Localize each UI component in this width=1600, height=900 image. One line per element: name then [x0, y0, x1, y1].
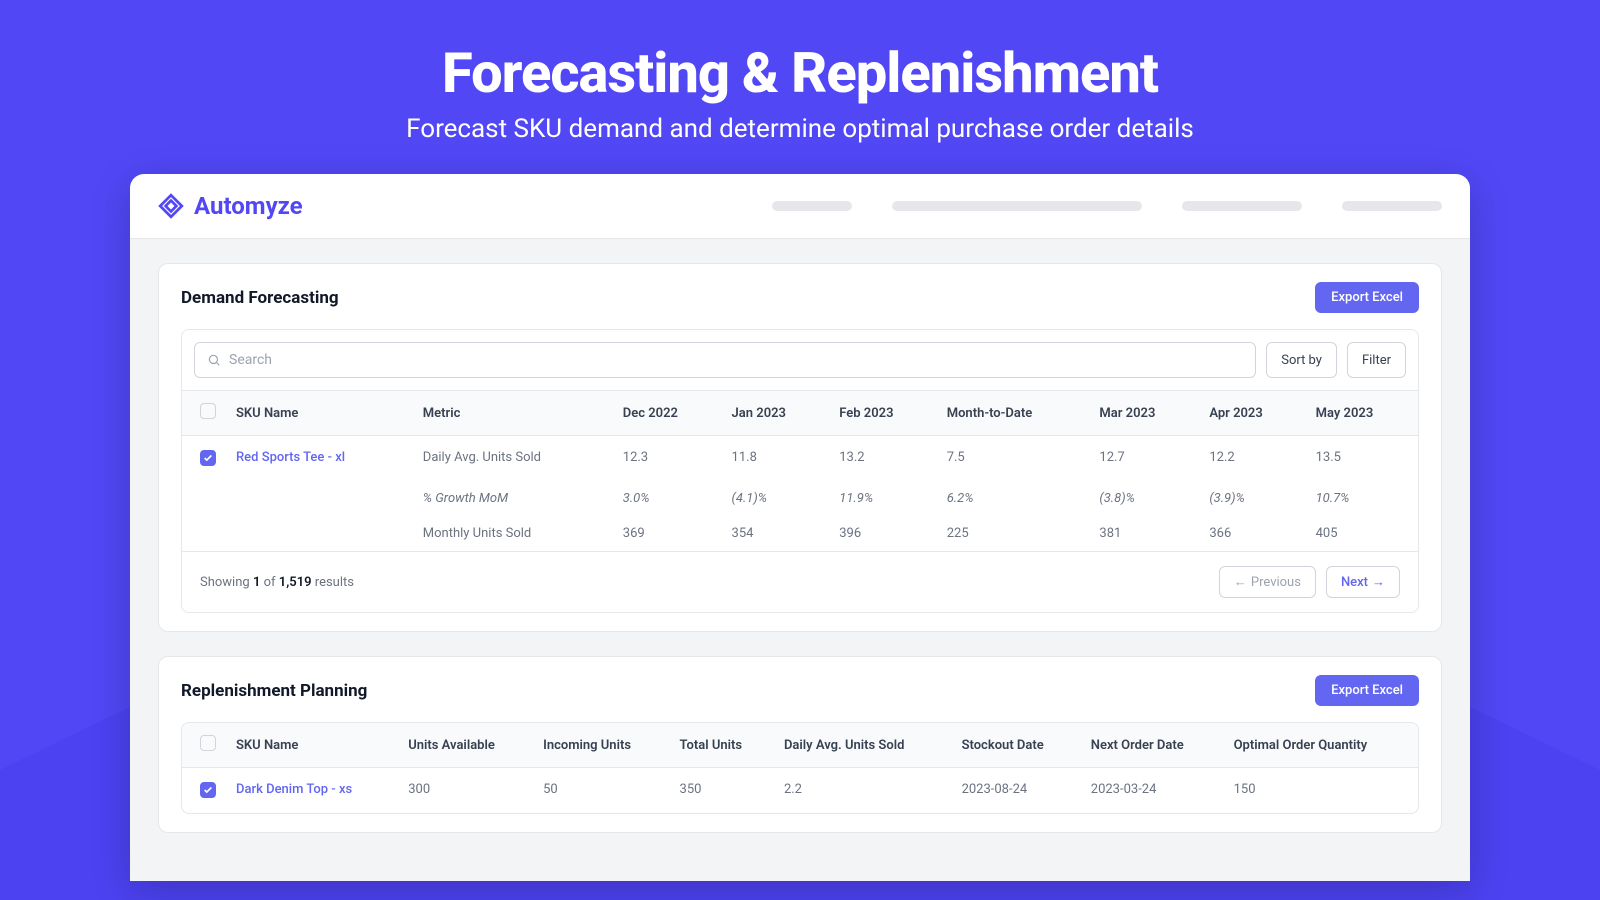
col-total: Total Units [670, 723, 774, 768]
cell-value: 225 [937, 516, 1090, 551]
col-sku: SKU Name [226, 391, 413, 436]
replenishment-table-container: SKU Name Units Available Incoming Units … [181, 722, 1419, 814]
search-icon [207, 353, 221, 367]
pagination: Showing 1 of 1,519 results ← Previous Ne… [182, 551, 1418, 612]
replenishment-table: SKU Name Units Available Incoming Units … [182, 723, 1418, 813]
cell-value: 13.2 [829, 436, 936, 482]
col-apr23: Apr 2023 [1199, 391, 1305, 436]
hero-section: Forecasting & Replenishment Forecast SKU… [0, 0, 1600, 174]
cell-value: 11.8 [722, 436, 830, 482]
cell-value: 2023-03-24 [1081, 768, 1224, 814]
automyze-logo-icon [158, 193, 184, 219]
search-input[interactable] [229, 352, 1243, 368]
cell-value: 6.2% [937, 481, 1090, 516]
cell-value: 50 [533, 768, 669, 814]
col-mar23: Mar 2023 [1089, 391, 1199, 436]
cell-value: 405 [1306, 516, 1418, 551]
cell-value: 12.2 [1199, 436, 1305, 482]
brand-logo[interactable]: Automyze [158, 192, 303, 220]
col-stockout: Stockout Date [952, 723, 1081, 768]
cell-value: 3.0% [613, 481, 722, 516]
filter-button[interactable]: Filter [1347, 342, 1406, 378]
hero-subtitle: Forecast SKU demand and determine optima… [0, 114, 1600, 144]
col-incoming: Incoming Units [533, 723, 669, 768]
cell-value: 10.7% [1306, 481, 1418, 516]
cell-value: (3.8)% [1089, 481, 1199, 516]
demand-toolbar: Sort by Filter [182, 330, 1418, 391]
col-jan23: Jan 2023 [722, 391, 830, 436]
demand-forecasting-panel: Demand Forecasting Export Excel Sort by … [158, 263, 1442, 632]
cell-value: (4.1)% [722, 481, 830, 516]
cell-value: (3.9)% [1199, 481, 1305, 516]
nav-item-placeholder [1342, 201, 1442, 211]
demand-panel-title: Demand Forecasting [181, 288, 339, 308]
table-row: % Growth MoM 3.0% (4.1)% 11.9% 6.2% (3.8… [182, 481, 1418, 516]
cell-value: 12.7 [1089, 436, 1199, 482]
select-all-checkbox[interactable] [200, 403, 216, 419]
col-daily: Daily Avg. Units Sold [774, 723, 952, 768]
next-button[interactable]: Next → [1326, 566, 1400, 598]
table-row: Dark Denim Top - xs 300 50 350 2.2 2023-… [182, 768, 1418, 814]
sku-link[interactable]: Red Sports Tee - xl [236, 450, 345, 465]
replenishment-panel: Replenishment Planning Export Excel SKU … [158, 656, 1442, 833]
col-nextorder: Next Order Date [1081, 723, 1224, 768]
arrow-right-icon: → [1372, 574, 1385, 590]
cell-value: 12.3 [613, 436, 722, 482]
nav-item-placeholder [772, 201, 852, 211]
brand-name: Automyze [194, 192, 303, 220]
row-checkbox[interactable] [200, 782, 216, 798]
col-optimal: Optimal Order Quantity [1224, 723, 1418, 768]
sku-link[interactable]: Dark Denim Top - xs [236, 782, 352, 797]
table-row: Monthly Units Sold 369 354 396 225 381 3… [182, 516, 1418, 551]
demand-table-container: Sort by Filter SKU Name Metric Dec 2022 … [181, 329, 1419, 613]
nav-item-placeholder [1182, 201, 1302, 211]
arrow-left-icon: ← [1234, 574, 1247, 590]
hero-title: Forecasting & Replenishment [0, 40, 1600, 106]
content-area: Demand Forecasting Export Excel Sort by … [130, 239, 1470, 881]
app-window: Automyze Demand Forecasting Export Excel [130, 174, 1470, 881]
select-all-checkbox[interactable] [200, 735, 216, 751]
col-may23: May 2023 [1306, 391, 1418, 436]
cell-value: 369 [613, 516, 722, 551]
replenishment-panel-title: Replenishment Planning [181, 681, 367, 701]
row-checkbox[interactable] [200, 450, 216, 466]
col-metric: Metric [413, 391, 613, 436]
metric-label: Daily Avg. Units Sold [413, 436, 613, 482]
app-header: Automyze [130, 174, 1470, 239]
cell-value: 381 [1089, 516, 1199, 551]
previous-button[interactable]: ← Previous [1219, 566, 1316, 598]
nav-item-placeholder [892, 201, 1142, 211]
pagination-summary: Showing 1 of 1,519 results [200, 575, 354, 590]
cell-value: 300 [398, 768, 533, 814]
demand-table: SKU Name Metric Dec 2022 Jan 2023 Feb 20… [182, 391, 1418, 551]
search-box[interactable] [194, 342, 1256, 378]
col-mtd: Month-to-Date [937, 391, 1090, 436]
cell-value: 366 [1199, 516, 1305, 551]
col-feb23: Feb 2023 [829, 391, 936, 436]
cell-value: 2.2 [774, 768, 952, 814]
col-available: Units Available [398, 723, 533, 768]
col-dec22: Dec 2022 [613, 391, 722, 436]
cell-value: 2023-08-24 [952, 768, 1081, 814]
sort-by-button[interactable]: Sort by [1266, 342, 1337, 378]
cell-value: 11.9% [829, 481, 936, 516]
cell-value: 7.5 [937, 436, 1090, 482]
cell-value: 350 [670, 768, 774, 814]
cell-value: 354 [722, 516, 830, 551]
metric-label: % Growth MoM [413, 481, 613, 516]
export-excel-button[interactable]: Export Excel [1315, 675, 1419, 706]
table-row: Red Sports Tee - xl Daily Avg. Units Sol… [182, 436, 1418, 482]
cell-value: 13.5 [1306, 436, 1418, 482]
col-sku: SKU Name [226, 723, 398, 768]
nav-placeholders [772, 201, 1442, 211]
export-excel-button[interactable]: Export Excel [1315, 282, 1419, 313]
cell-value: 150 [1224, 768, 1418, 814]
cell-value: 396 [829, 516, 936, 551]
metric-label: Monthly Units Sold [413, 516, 613, 551]
